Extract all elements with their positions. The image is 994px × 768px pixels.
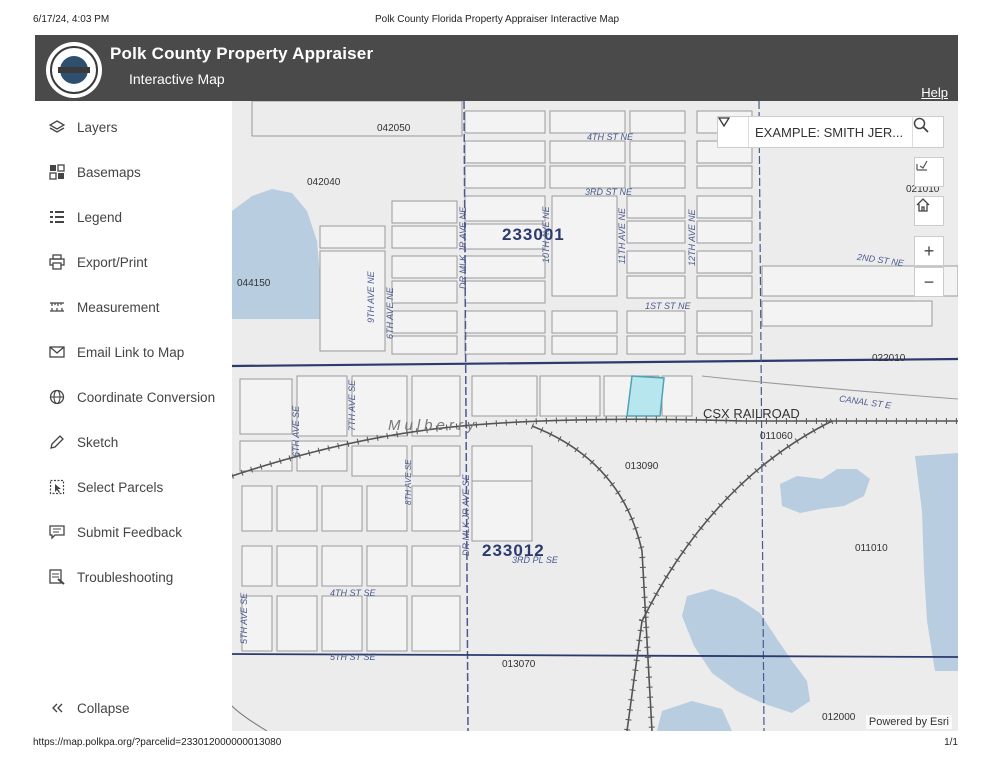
- sidebar-item-label: Export/Print: [77, 254, 148, 270]
- parcel-label: 022010: [872, 353, 906, 364]
- railroad-label: CSX RAILROAD: [703, 406, 800, 421]
- street-label: 4TH ST SE: [330, 588, 376, 598]
- globe-icon: [49, 389, 65, 405]
- speech-bubble-icon: [49, 524, 65, 540]
- street-label: 5TH AVE SE: [239, 592, 249, 644]
- select-area-button[interactable]: [914, 157, 944, 187]
- sidebar-item-label: Basemaps: [77, 164, 141, 180]
- print-page-number: 1/1: [944, 737, 958, 748]
- pencil-icon: [49, 434, 65, 450]
- sidebar-item-label: Select Parcels: [77, 479, 164, 495]
- sidebar-item-email-link[interactable]: Email Link to Map: [35, 337, 232, 367]
- street-label: 10TH AVE NE: [541, 206, 551, 263]
- sidebar-item-sketch[interactable]: Sketch: [35, 427, 232, 457]
- sidebar-item-label: Measurement: [77, 299, 160, 315]
- street-label: DR MLK JR AVE NE: [458, 206, 468, 289]
- zoom-out-button[interactable]: −: [914, 267, 944, 297]
- parcel-label: 044150: [237, 278, 271, 289]
- printer-icon: [49, 254, 65, 270]
- street-label: DR MLK JR AVE SE: [461, 474, 471, 556]
- street-label: 6TH AVE NE: [385, 287, 395, 339]
- sidebar-item-legend[interactable]: Legend: [35, 202, 232, 232]
- street-label: 11TH AVE NE: [617, 207, 627, 264]
- sidebar-item-label: Legend: [77, 209, 123, 225]
- street-label: 3RD ST NE: [585, 187, 633, 197]
- ruler-icon: [49, 299, 65, 315]
- parcel-label: 011060: [760, 431, 793, 442]
- sidebar-item-select-parcels[interactable]: Select Parcels: [35, 472, 232, 502]
- search-input[interactable]: [749, 117, 909, 147]
- street-label: 12TH AVE NE: [687, 209, 697, 266]
- place-label-mulberry: Mulberry: [388, 417, 479, 434]
- parcel-label: 013070: [502, 659, 536, 670]
- home-button[interactable]: [914, 196, 944, 226]
- sidebar-item-measurement[interactable]: Measurement: [35, 292, 232, 322]
- sidebar-item-label: Troubleshooting: [77, 569, 174, 585]
- selected-parcel[interactable]: [626, 375, 665, 417]
- parcel-label: 012000: [822, 712, 856, 723]
- sidebar: Layers Basemaps Legend Export/Print Meas…: [35, 101, 232, 731]
- sidebar-item-label: Coordinate Conversion: [77, 389, 216, 405]
- map-view[interactable]: 233001 233012 Mulberry CSX RAILROAD 0420…: [232, 101, 958, 731]
- sidebar-item-coordinate-conversion[interactable]: Coordinate Conversion: [35, 382, 232, 412]
- app-header: Polk County Property Appraiser Interacti…: [35, 35, 958, 101]
- parcel-label: 042040: [307, 177, 341, 188]
- app-subtitle: Interactive Map: [129, 71, 225, 87]
- appraiser-seal-logo: [46, 42, 102, 98]
- help-link[interactable]: Help: [921, 85, 948, 100]
- print-page-title: Polk County Florida Property Appraiser I…: [375, 14, 619, 25]
- collapse-button[interactable]: Collapse: [35, 693, 232, 723]
- sidebar-item-submit-feedback[interactable]: Submit Feedback: [35, 517, 232, 547]
- street-label: 9TH AVE NE: [366, 271, 376, 323]
- collapse-label: Collapse: [77, 700, 130, 716]
- street-label: 1ST ST NE: [645, 301, 691, 311]
- app-title: Polk County Property Appraiser: [110, 44, 374, 63]
- street-label: 4TH ST NE: [587, 132, 634, 142]
- street-label: 3RD PL SE: [512, 555, 558, 565]
- layers-icon: [49, 119, 65, 135]
- troubleshoot-icon: [49, 569, 65, 585]
- parcel-label: 042050: [377, 123, 411, 134]
- search-source-dropdown[interactable]: [718, 117, 749, 147]
- sidebar-item-label: Layers: [77, 119, 118, 135]
- print-url: https://map.polkpa.org/?parcelid=2330120…: [33, 737, 282, 748]
- sidebar-item-basemaps[interactable]: Basemaps: [35, 157, 232, 187]
- parcel-label: 013090: [625, 461, 659, 472]
- map-attribution: Powered by Esri: [865, 715, 952, 729]
- legend-icon: [49, 209, 65, 225]
- zoom-in-button[interactable]: +: [914, 236, 944, 266]
- sidebar-item-label: Email Link to Map: [77, 344, 185, 360]
- sidebar-item-troubleshooting[interactable]: Troubleshooting: [35, 562, 232, 592]
- street-label: 5TH ST SE: [330, 652, 376, 662]
- sidebar-item-layers[interactable]: Layers: [35, 112, 232, 142]
- street-label: 7TH AVE SE: [347, 379, 357, 431]
- street-label: 8TH AVE SE: [404, 459, 413, 506]
- search-button[interactable]: [912, 117, 943, 147]
- sidebar-item-label: Sketch: [77, 434, 119, 450]
- search-widget: [717, 116, 944, 148]
- sidebar-item-label: Submit Feedback: [77, 524, 183, 540]
- select-icon: [49, 479, 65, 495]
- basemaps-icon: [49, 164, 65, 180]
- section-label-233001: 233001: [502, 225, 565, 244]
- street-label: 6TH AVE SE: [291, 405, 301, 457]
- double-chevron-left-icon: [49, 700, 65, 716]
- envelope-icon: [49, 344, 65, 360]
- parcel-label: 011010: [855, 543, 888, 554]
- sidebar-item-export-print[interactable]: Export/Print: [35, 247, 232, 277]
